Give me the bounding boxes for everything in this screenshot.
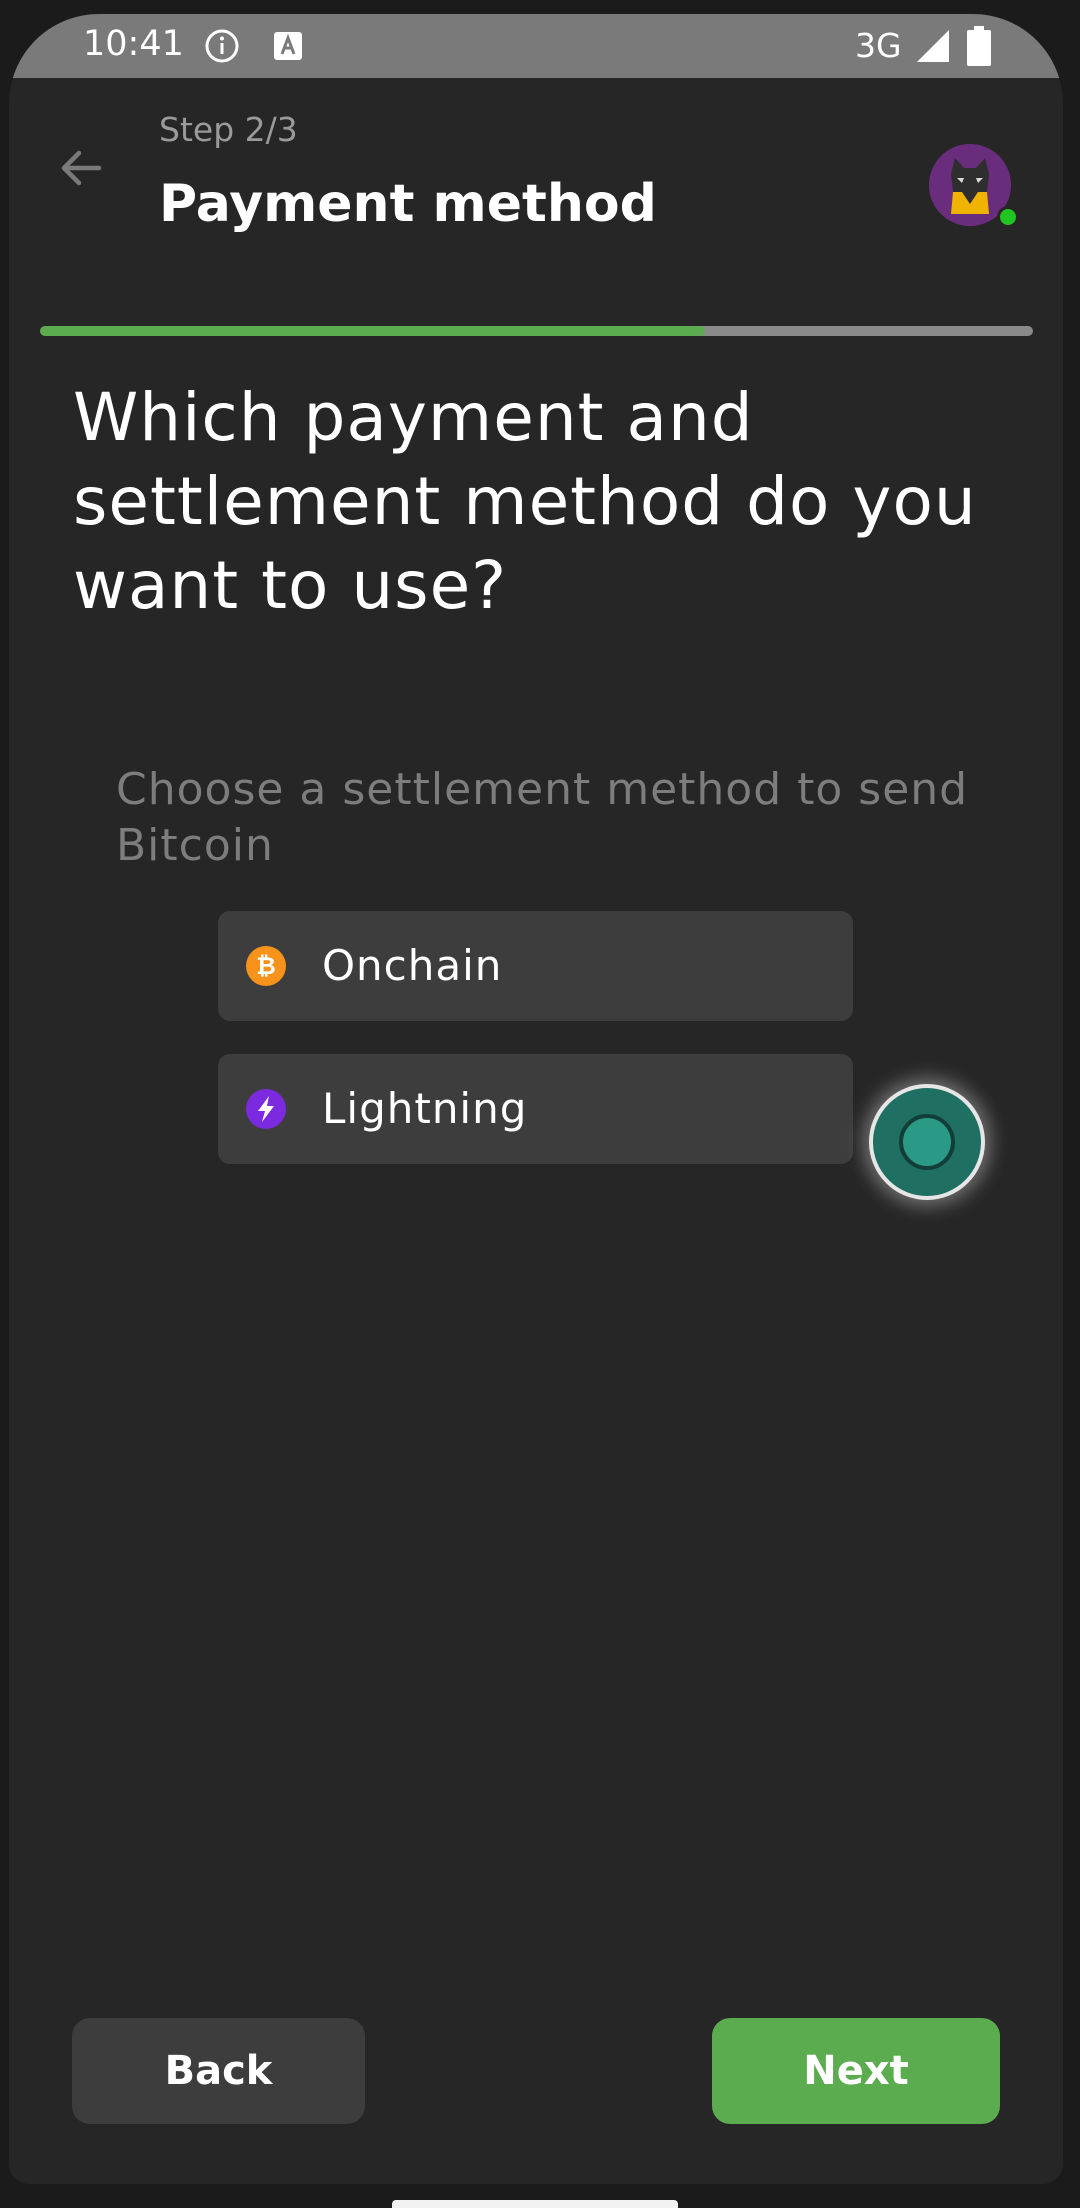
- helper-text: Choose a settlement method to send Bitco…: [116, 764, 969, 871]
- step-indicator: Step 2/3: [159, 110, 298, 149]
- progress-bar: [40, 326, 1033, 336]
- signal-icon: [917, 30, 949, 62]
- page-title: Payment method: [159, 174, 657, 234]
- lightning-icon: [246, 1089, 286, 1129]
- a-icon: [274, 32, 302, 60]
- device-frame: 10:41 3G Step 2/3 Payment method Which p…: [0, 0, 1080, 2208]
- arrow-left-icon[interactable]: [53, 140, 109, 196]
- touch-indicator-core: [899, 1114, 955, 1170]
- option-label: Onchain: [322, 941, 503, 990]
- battery-icon: [967, 26, 991, 66]
- back-button[interactable]: Back: [72, 2018, 365, 2124]
- touch-indicator: [869, 1084, 985, 1200]
- option-label: Lightning: [322, 1084, 528, 1133]
- progress-fill: [40, 326, 706, 336]
- next-button[interactable]: Next: [712, 2018, 1000, 2124]
- question-heading: Which payment and settlement method do y…: [73, 379, 977, 624]
- option-onchain[interactable]: ₿ Onchain: [218, 911, 853, 1021]
- svg-text:₿: ₿: [256, 952, 276, 980]
- app-screen: 10:41 3G Step 2/3 Payment method Which p…: [9, 14, 1063, 2184]
- network-type: 3G: [855, 26, 902, 65]
- option-lightning[interactable]: Lightning: [218, 1054, 853, 1164]
- status-time: 10:41: [83, 24, 184, 64]
- status-bar: 10:41 3G: [9, 14, 1063, 78]
- bitcoin-icon: ₿: [246, 946, 286, 986]
- info-icon: [205, 29, 239, 63]
- online-status-dot: [997, 206, 1019, 228]
- navigation-handle[interactable]: [392, 2200, 678, 2208]
